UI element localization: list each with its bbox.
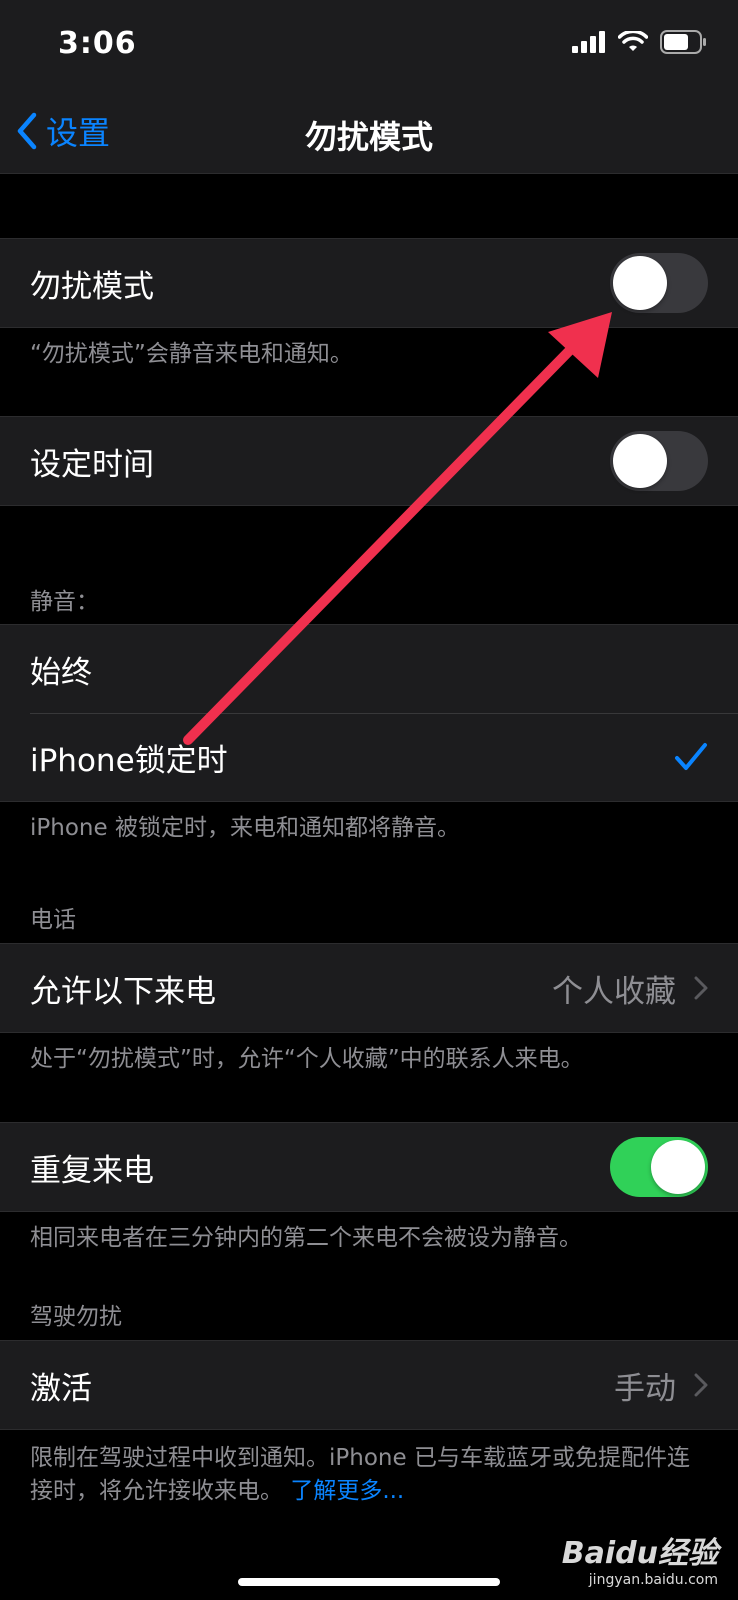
repeated-calls-toggle[interactable] — [610, 1137, 708, 1197]
driving-footer: 限制在驾驶过程中收到通知。iPhone 已与车载蓝牙或免提配件连接时，将允许接收… — [30, 1442, 698, 1508]
silence-group: 始终 iPhone锁定时 — [0, 624, 738, 802]
activate-value: 手动 — [614, 1370, 676, 1407]
home-indicator[interactable] — [238, 1578, 500, 1586]
dnd-footer: “勿扰模式”会静音来电和通知。 — [30, 341, 353, 367]
checkmark-icon — [675, 743, 707, 770]
dnd-row: 勿扰模式 — [0, 239, 738, 327]
dnd-label: 勿扰模式 — [30, 268, 154, 305]
allow-calls-footer: 处于“勿扰模式”时，允许“个人收藏”中的联系人来电。 — [30, 1046, 584, 1072]
silence-footer: iPhone 被锁定时，来电和通知都将静音。 — [30, 815, 460, 841]
status-icons — [572, 30, 708, 54]
driving-header: 驾驶勿扰 — [30, 1304, 122, 1330]
chevron-right-icon — [694, 976, 708, 1000]
activate-label: 激活 — [30, 1370, 92, 1407]
allow-calls-group: 允许以下来电 个人收藏 — [0, 943, 738, 1033]
silence-always-row[interactable]: 始终 — [0, 625, 738, 713]
repeated-calls-label: 重复来电 — [30, 1152, 154, 1189]
watermark-url: jingyan.baidu.com — [588, 1572, 718, 1588]
learn-more-link[interactable]: 了解更多... — [290, 1478, 404, 1504]
silence-always-label: 始终 — [30, 654, 92, 691]
silence-locked-row[interactable]: iPhone锁定时 — [0, 713, 738, 801]
chevron-right-icon — [694, 1373, 708, 1397]
repeated-calls-footer: 相同来电者在三分钟内的第二个来电不会被设为静音。 — [30, 1225, 582, 1251]
page-title: 勿扰模式 — [304, 118, 433, 156]
repeated-calls-group: 重复来电 — [0, 1122, 738, 1212]
scheduled-row: 设定时间 — [0, 417, 738, 505]
allow-calls-value: 个人收藏 — [552, 973, 676, 1010]
watermark-logo: Baidu经验 — [561, 1536, 718, 1571]
baidu-watermark: Baidu经验 jingyan.baidu.com — [562, 1528, 718, 1588]
phone-header: 电话 — [30, 907, 76, 933]
allow-calls-row[interactable]: 允许以下来电 个人收藏 — [0, 944, 738, 1032]
status-time: 3:06 — [58, 26, 137, 61]
driving-group: 激活 手动 — [0, 1340, 738, 1430]
signal-icon — [572, 31, 605, 53]
scheduled-group: 设定时间 — [0, 416, 738, 506]
wifi-icon — [618, 31, 648, 51]
allow-calls-label: 允许以下来电 — [30, 973, 216, 1010]
status-bar: 3:06 — [0, 0, 738, 90]
scheduled-label: 设定时间 — [30, 446, 154, 483]
silence-header: 静音： — [30, 589, 99, 615]
navigation-bar: 设置 勿扰模式 — [0, 90, 738, 174]
battery-icon — [660, 30, 706, 54]
activate-row[interactable]: 激活 手动 — [0, 1341, 738, 1429]
dnd-toggle[interactable] — [610, 253, 708, 313]
repeated-calls-row: 重复来电 — [0, 1123, 738, 1211]
dnd-group: 勿扰模式 — [0, 238, 738, 328]
silence-locked-label: iPhone锁定时 — [30, 742, 228, 779]
scheduled-toggle[interactable] — [610, 431, 708, 491]
